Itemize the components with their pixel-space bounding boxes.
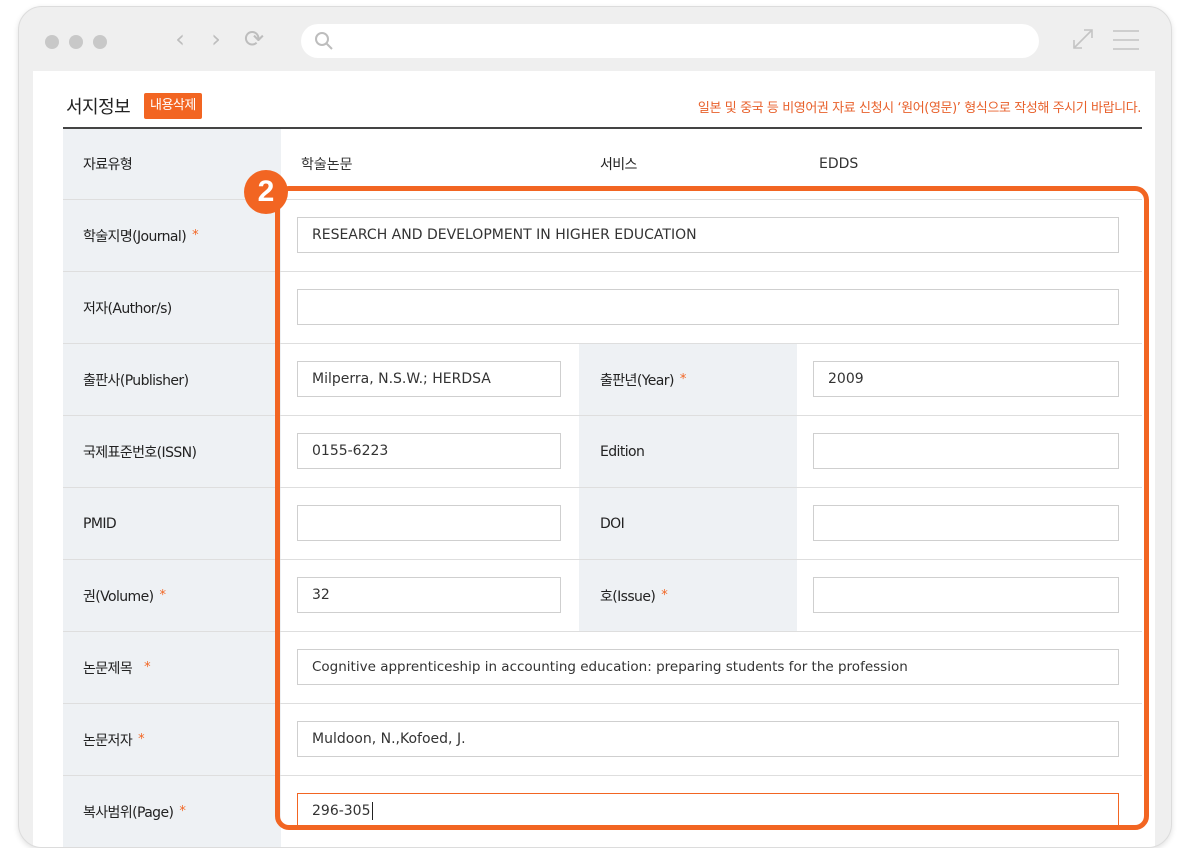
label-paper-author: 논문저자 * <box>63 704 281 775</box>
label-service: 서비스 <box>579 129 797 199</box>
author-input[interactable] <box>297 289 1119 325</box>
label-issue: 호(Issue) * <box>579 560 797 631</box>
address-bar[interactable] <box>301 24 1039 58</box>
browser-toolbar: ‹ › ⟳ <box>19 7 1171 67</box>
page-input-value: 296-305 <box>312 803 371 819</box>
issue-input[interactable] <box>813 577 1119 613</box>
text-caret <box>371 802 373 820</box>
journal-input[interactable]: RESEARCH AND DEVELOPMENT IN HIGHER EDUCA… <box>297 217 1119 253</box>
service-value: EDDS <box>819 156 859 172</box>
label-pmid: PMID <box>63 488 281 559</box>
page-input[interactable]: 296-305 <box>297 793 1119 829</box>
required-mark: * <box>159 588 166 603</box>
section-title: 서지정보 <box>66 97 131 118</box>
type-value: 학술논문 <box>301 157 353 173</box>
label-edition: Edition <box>579 416 797 487</box>
window-dot-2[interactable] <box>69 35 83 49</box>
form-row-author: 저자(Author/s) <box>63 272 1142 344</box>
label-issn: 국제표준번호(ISSN) <box>63 416 281 487</box>
title-input[interactable]: Cognitive apprenticeship in accounting e… <box>297 649 1119 685</box>
notice-text: 일본 및 중국 등 비영어권 자료 신청시 ‘원어(영문)’ 형식으로 작성해 … <box>697 101 1141 116</box>
form-row-type: 자료유형 학술논문 서비스 EDDS <box>63 129 1142 200</box>
form-row-journal: 학술지명(Journal) * RESEARCH AND DEVELOPMENT… <box>63 200 1142 272</box>
label-title: 논문제목 * <box>63 632 281 703</box>
required-mark: * <box>192 228 198 243</box>
doi-input[interactable] <box>813 505 1119 541</box>
issn-input[interactable]: 0155-6223 <box>297 433 561 469</box>
window-dot-1[interactable] <box>45 35 59 49</box>
label-year-text: 출판년(Year) <box>600 372 674 389</box>
required-mark: * <box>138 732 145 747</box>
label-page-text: 복사범위(Page) <box>83 804 174 821</box>
publisher-input[interactable]: Milperra, N.S.W.; HERDSA <box>297 361 561 397</box>
required-mark: * <box>179 804 186 819</box>
form-row-volume: 권(Volume) * 32 호(Issue) * <box>63 560 1142 632</box>
pmid-input[interactable] <box>297 505 561 541</box>
browser-window: ‹ › ⟳ 서지정보 내용삭제 일본 및 중국 등 비영어권 자료 신청시 ‘원… <box>18 6 1172 848</box>
year-input[interactable]: 2009 <box>813 361 1119 397</box>
menu-icon[interactable] <box>1111 27 1141 53</box>
label-page: 복사범위(Page) * <box>63 776 281 847</box>
label-journal: 학술지명(Journal) * <box>63 200 281 271</box>
label-year: 출판년(Year) * <box>579 344 797 415</box>
form-row-page: 복사범위(Page) * 296-305 <box>63 776 1142 847</box>
form-row-publisher: 출판사(Publisher) Milperra, N.S.W.; HERDSA … <box>63 344 1142 416</box>
label-doi: DOI <box>579 488 797 559</box>
label-publisher: 출판사(Publisher) <box>63 344 281 415</box>
label-paper-author-text: 논문저자 <box>83 732 133 749</box>
delete-content-button[interactable]: 내용삭제 <box>144 93 202 119</box>
label-journal-text: 학술지명(Journal) <box>83 228 187 245</box>
bibliographic-form: 자료유형 학술논문 서비스 EDDS 학술지명(Journal) * RESEA… <box>63 127 1142 847</box>
page-content: 서지정보 내용삭제 일본 및 중국 등 비영어권 자료 신청시 ‘원어(영문)’… <box>33 71 1155 847</box>
search-icon <box>315 32 333 50</box>
window-dot-3[interactable] <box>93 35 107 49</box>
required-mark: * <box>144 660 151 675</box>
back-icon[interactable]: ‹ <box>167 24 193 54</box>
required-mark: * <box>679 372 686 387</box>
step-badge: 2 <box>244 170 288 214</box>
form-row-title: 논문제목 * Cognitive apprenticeship in accou… <box>63 632 1142 704</box>
label-volume-text: 권(Volume) <box>83 588 154 605</box>
form-row-issn: 국제표준번호(ISSN) 0155-6223 Edition <box>63 416 1142 488</box>
paper-author-input[interactable]: Muldoon, N.,Kofoed, J. <box>297 721 1119 757</box>
form-row-paper-author: 논문저자 * Muldoon, N.,Kofoed, J. <box>63 704 1142 776</box>
form-row-pmid: PMID DOI <box>63 488 1142 560</box>
volume-input[interactable]: 32 <box>297 577 561 613</box>
reload-icon[interactable]: ⟳ <box>241 24 267 54</box>
expand-icon[interactable] <box>1069 25 1097 53</box>
label-title-text: 논문제목 <box>83 660 133 677</box>
edition-input[interactable] <box>813 433 1119 469</box>
forward-icon[interactable]: › <box>203 24 229 54</box>
label-volume: 권(Volume) * <box>63 560 281 631</box>
label-issue-text: 호(Issue) <box>600 588 656 605</box>
required-mark: * <box>661 588 668 603</box>
label-author: 저자(Author/s) <box>63 272 281 343</box>
